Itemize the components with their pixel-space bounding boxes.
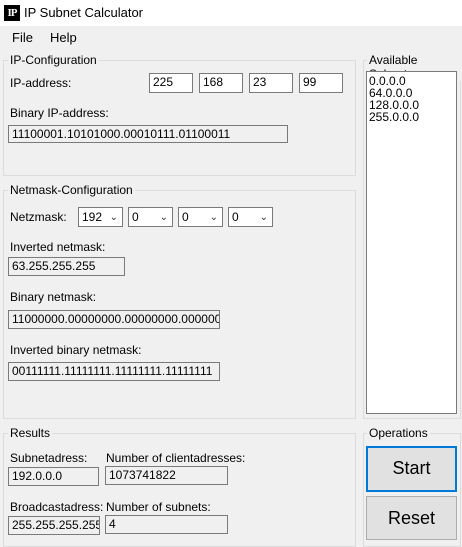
menu-file[interactable]: File (12, 30, 33, 45)
broadcast-address-label: Broadcastadress: (10, 500, 104, 514)
reset-button[interactable]: Reset (366, 496, 457, 540)
netmask-config-title: Netmask-Configuration (8, 183, 135, 197)
subnets-listbox[interactable]: 0.0.0.0 64.0.0.0 128.0.0.0 255.0.0.0 (366, 71, 457, 414)
subnet-address-field[interactable]: 192.0.0.0 (8, 467, 99, 486)
chevron-down-icon: ⌄ (109, 212, 118, 223)
netmask-octet-4-value: 0 (232, 210, 239, 224)
netmask-octet-3-value: 0 (182, 210, 189, 224)
binary-netmask-label: Binary netmask: (10, 290, 97, 304)
netmask-octet-1-select[interactable]: 192 ⌄ (78, 207, 123, 227)
inverted-binary-netmask-field[interactable]: 00111111.11111111.11111111.11111111 (8, 362, 220, 381)
client-count-field[interactable]: 1073741822 (105, 466, 228, 485)
subnet-count-label: Number of subnets: (106, 500, 211, 514)
chevron-down-icon: ⌄ (159, 212, 168, 223)
netmask-octet-2-value: 0 (132, 210, 139, 224)
subnet-count-field[interactable]: 4 (105, 515, 228, 534)
app-icon: IP (4, 5, 20, 21)
ip-octet-4-input[interactable]: 99 (299, 73, 343, 93)
chevron-down-icon: ⌄ (259, 212, 268, 223)
ip-address-label: IP-address: (10, 76, 72, 90)
client-count-label: Number of clientadresses: (106, 451, 246, 465)
binary-ip-field[interactable]: 11100001.10101000.00010111.01100011 (8, 125, 288, 143)
binary-netmask-field[interactable]: 11000000.00000000.00000000.00000000 (8, 310, 220, 329)
menu-help[interactable]: Help (50, 30, 77, 45)
list-item[interactable]: 255.0.0.0 (369, 111, 454, 123)
ip-octet-1-input[interactable]: 225 (149, 73, 193, 93)
inverted-binary-netmask-label: Inverted binary netmask: (10, 343, 142, 357)
operations-title: Operations (367, 426, 430, 440)
subnet-address-label: Subnetadress: (10, 451, 88, 465)
results-title: Results (8, 426, 53, 440)
window-title: IP Subnet Calculator (24, 5, 143, 20)
netmask-octet-1-value: 192 (82, 210, 103, 224)
netmask-octet-3-select[interactable]: 0 ⌄ (178, 207, 223, 227)
netmask-label: Netzmask: (10, 210, 67, 224)
chevron-down-icon: ⌄ (209, 212, 218, 223)
ip-octet-3-input[interactable]: 23 (249, 73, 293, 93)
ip-octet-2-input[interactable]: 168 (199, 73, 243, 93)
binary-ip-label: Binary IP-address: (10, 106, 109, 120)
netmask-octet-2-select[interactable]: 0 ⌄ (128, 207, 173, 227)
start-button[interactable]: Start (366, 446, 457, 492)
inverted-netmask-label: Inverted netmask: (10, 240, 106, 254)
ip-config-title: IP-Configuration (8, 53, 99, 67)
inverted-netmask-field[interactable]: 63.255.255.255 (8, 257, 125, 276)
broadcast-address-field[interactable]: 255.255.255.255 (8, 516, 100, 535)
netmask-octet-4-select[interactable]: 0 ⌄ (228, 207, 273, 227)
